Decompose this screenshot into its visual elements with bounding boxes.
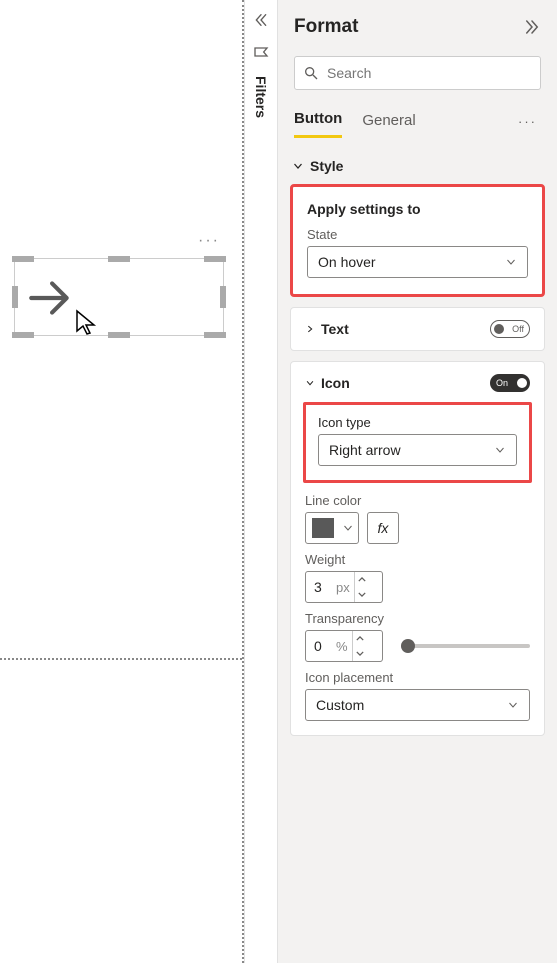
text-title: Text	[321, 321, 349, 337]
chevron-down-icon	[494, 444, 506, 456]
cursor-icon	[75, 309, 99, 337]
resize-handle[interactable]	[12, 286, 18, 308]
search-box[interactable]	[294, 56, 541, 90]
transparency-label: Transparency	[305, 611, 530, 626]
section-style-header[interactable]: Style	[286, 148, 549, 184]
icon-type-select[interactable]: Right arrow	[318, 434, 517, 466]
color-swatch	[312, 518, 334, 538]
chevron-down-icon	[305, 378, 315, 388]
filters-label[interactable]: Filters	[253, 76, 269, 118]
right-arrow-icon	[25, 273, 75, 323]
spin-down-button[interactable]	[355, 587, 370, 602]
icon-type-label: Icon type	[318, 415, 517, 430]
resize-handle[interactable]	[204, 256, 226, 262]
icon-type-block: Icon type Right arrow	[303, 402, 532, 483]
widget-context-dots-icon[interactable]: ···	[198, 232, 220, 250]
resize-handle[interactable]	[220, 286, 226, 308]
resize-handle[interactable]	[108, 332, 130, 338]
transparency-input[interactable]: 0 %	[305, 630, 383, 662]
tab-button[interactable]: Button	[294, 104, 342, 138]
chevron-down-icon	[358, 592, 366, 597]
tabs-overflow-icon[interactable]: ···	[518, 114, 541, 129]
search-input[interactable]	[327, 65, 532, 81]
weight-label: Weight	[305, 552, 530, 567]
bookmark-icon[interactable]	[253, 44, 269, 60]
transparency-slider[interactable]	[401, 644, 530, 648]
weight-unit: px	[336, 580, 350, 595]
fx-label: fx	[378, 520, 389, 536]
weight-input[interactable]: 3 px	[305, 571, 383, 603]
resize-handle[interactable]	[12, 332, 34, 338]
icon-title: Icon	[321, 375, 350, 391]
section-style-title: Style	[310, 158, 343, 174]
search-icon	[303, 65, 319, 81]
icon-card-toggle-header[interactable]: Icon	[305, 375, 350, 391]
slider-thumb[interactable]	[401, 639, 415, 653]
weight-block: Weight 3 px	[305, 552, 530, 603]
line-color-block: Line color fx	[305, 493, 530, 544]
icon-toggle-label: On	[496, 378, 508, 388]
fx-button[interactable]: fx	[367, 512, 399, 544]
pane-body: Style Apply settings to State On hover T…	[278, 138, 557, 963]
chevron-down-icon	[292, 160, 304, 172]
text-card: Text Off	[290, 307, 545, 351]
icon-placement-value: Custom	[316, 697, 364, 713]
weight-value: 3	[314, 579, 332, 595]
tab-general[interactable]: General	[362, 106, 415, 137]
format-tabs: Button General ···	[278, 104, 557, 138]
spin-down-button[interactable]	[353, 646, 368, 661]
chevron-down-icon	[505, 256, 517, 268]
chevron-up-icon	[356, 636, 364, 641]
icon-card: Icon On Icon type Right arrow Line color	[290, 361, 545, 736]
chevron-down-icon	[342, 522, 354, 534]
transparency-value: 0	[314, 638, 332, 654]
resize-handle[interactable]	[108, 256, 130, 262]
chevron-down-icon	[356, 651, 364, 656]
button-widget[interactable]	[14, 258, 224, 336]
chevron-up-icon	[358, 577, 366, 582]
filters-strip: Filters	[244, 0, 278, 963]
transparency-block: Transparency 0 %	[305, 611, 530, 662]
text-toggle[interactable]: Off	[490, 320, 530, 338]
icon-placement-select[interactable]: Custom	[305, 689, 530, 721]
chevron-right-icon	[305, 324, 315, 334]
icon-placement-label: Icon placement	[305, 670, 530, 685]
line-color-label: Line color	[305, 493, 530, 508]
text-card-toggle-header[interactable]: Text	[305, 321, 349, 337]
transparency-unit: %	[336, 639, 348, 654]
pane-title: Format	[294, 16, 358, 38]
canvas-region[interactable]: ···	[0, 0, 242, 660]
resize-handle[interactable]	[204, 332, 226, 338]
collapse-filters-icon[interactable]	[253, 12, 269, 28]
canvas-area: ···	[0, 0, 244, 963]
format-pane: Format Button General ··· Style Apply se…	[278, 0, 557, 963]
apply-settings-card: Apply settings to State On hover	[290, 184, 545, 297]
line-color-picker[interactable]	[305, 512, 359, 544]
icon-placement-block: Icon placement Custom	[305, 670, 530, 721]
expand-pane-icon[interactable]	[523, 18, 541, 36]
icon-toggle[interactable]: On	[490, 374, 530, 392]
chevron-down-icon	[507, 699, 519, 711]
icon-type-value: Right arrow	[329, 442, 401, 458]
state-select[interactable]: On hover	[307, 246, 528, 278]
search-row	[278, 56, 557, 104]
spin-up-button[interactable]	[355, 572, 370, 587]
apply-settings-title: Apply settings to	[307, 201, 528, 217]
state-label: State	[307, 227, 528, 242]
state-value: On hover	[318, 254, 376, 270]
resize-handle[interactable]	[12, 256, 34, 262]
pane-header: Format	[278, 0, 557, 56]
text-toggle-label: Off	[512, 324, 524, 334]
spin-up-button[interactable]	[353, 631, 368, 646]
